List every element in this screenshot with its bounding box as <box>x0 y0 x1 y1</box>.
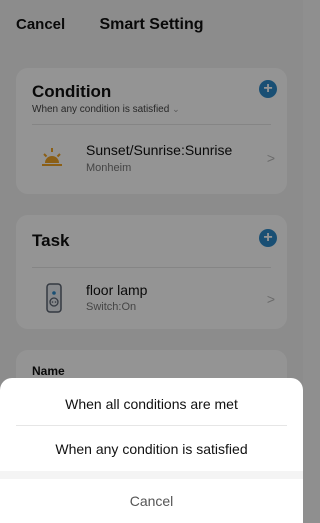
sheet-separator <box>0 471 303 479</box>
condition-mode-sheet: When all conditions are met When any con… <box>0 378 303 523</box>
sheet-cancel-button[interactable]: Cancel <box>0 493 303 509</box>
option-any-condition[interactable]: When any condition is satisfied <box>0 441 303 457</box>
option-all-conditions[interactable]: When all conditions are met <box>0 396 303 412</box>
divider <box>16 425 287 426</box>
